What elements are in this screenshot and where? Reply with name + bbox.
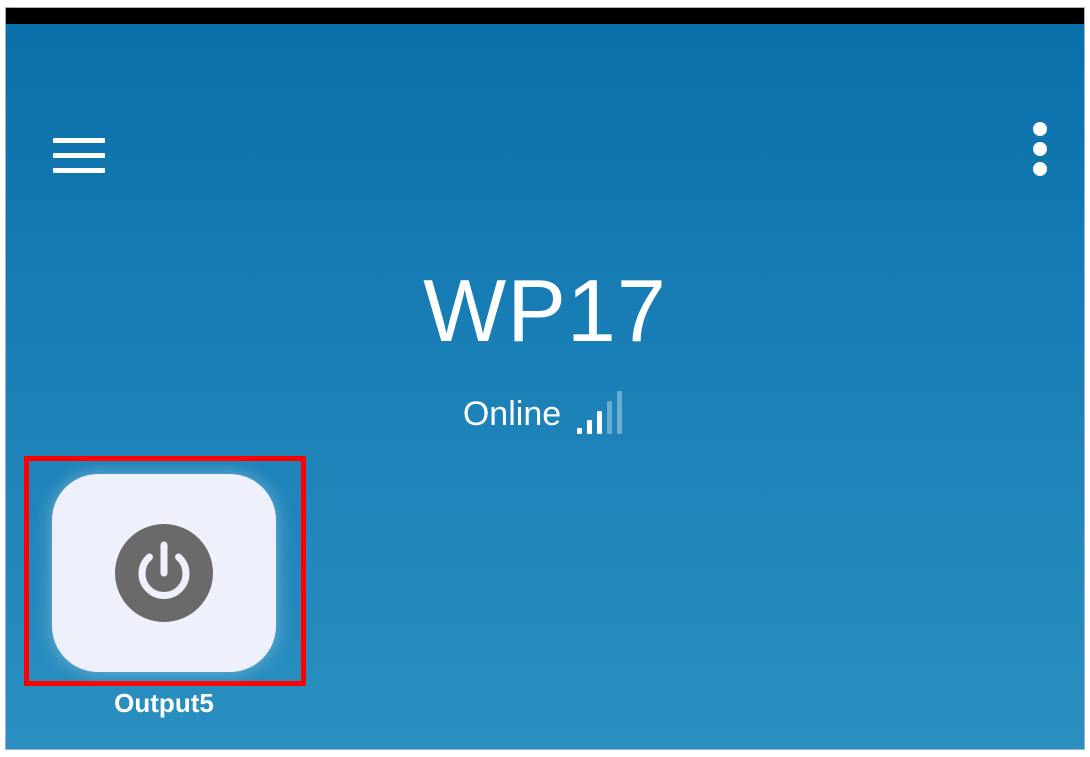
connection-status: Online [6, 390, 1084, 434]
status-bar [6, 8, 1084, 24]
power-icon [115, 524, 213, 622]
device-name: WP17 [423, 261, 667, 360]
app-window: WP17 Online Output5 [5, 7, 1085, 750]
signal-bar [617, 391, 623, 434]
hamburger-menu-icon[interactable] [51, 134, 107, 178]
signal-bar [607, 401, 613, 434]
signal-bar [577, 428, 583, 434]
signal-strength-icon [577, 391, 623, 434]
device-screen: WP17 Online Output5 [6, 24, 1084, 749]
status-text: Online [462, 395, 562, 433]
more-vert-icon[interactable] [1024, 120, 1056, 184]
signal-bar [587, 420, 593, 434]
output-label: Output5 [114, 688, 214, 718]
signal-bar [597, 411, 603, 434]
output-tile-output5[interactable] [52, 474, 276, 672]
